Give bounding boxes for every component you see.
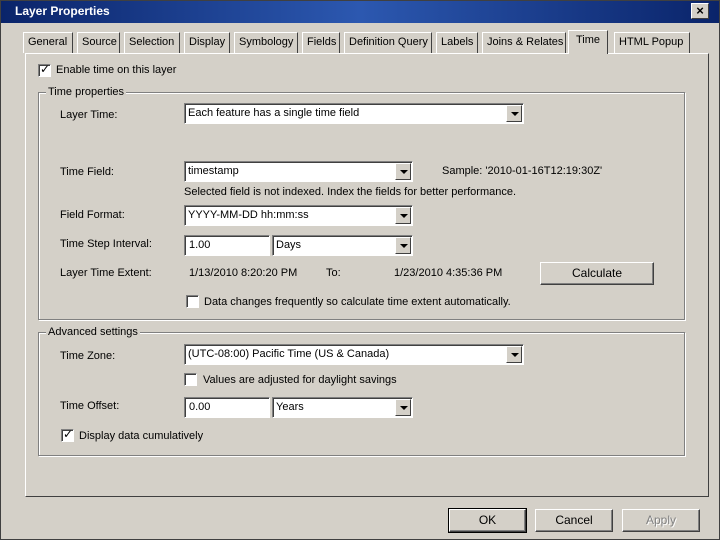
tab-symbology[interactable]: Symbology — [234, 32, 298, 53]
calculate-button-label: Calculate — [571, 266, 623, 280]
check-mark-icon: ✓ — [40, 62, 51, 76]
index-warning: Selected field is not indexed. Index the… — [184, 186, 517, 198]
field-format-label: Field Format: — [60, 209, 125, 221]
time-offset-label: Time Offset: — [60, 400, 120, 412]
enable-time-label: Enable time on this layer — [56, 64, 177, 76]
time-step-unit-value: Days — [276, 239, 302, 251]
calculate-button[interactable]: Calculate — [540, 262, 654, 285]
layer-time-dropdown[interactable]: Each feature has a single time field — [184, 103, 524, 124]
tab-display[interactable]: Display — [184, 32, 230, 53]
close-icon: × — [696, 3, 704, 18]
time-field-value: timestamp — [188, 165, 239, 177]
time-zone-label: Time Zone: — [60, 350, 116, 362]
time-offset-unit-value: Years — [276, 401, 304, 413]
extent-end-value: 1/23/2010 4:35:36 PM — [394, 267, 503, 279]
tab-labels[interactable]: Labels — [436, 32, 478, 53]
title-bar[interactable]: Layer Properties × — [1, 1, 719, 23]
cancel-button[interactable]: Cancel — [535, 509, 613, 532]
apply-button[interactable]: Apply — [622, 509, 700, 532]
tab-joins-relates[interactable]: Joins & Relates — [482, 32, 566, 53]
time-step-value: 1.00 — [189, 239, 211, 251]
display-cumulatively-checkbox[interactable]: ✓ — [61, 427, 74, 442]
tab-selection[interactable]: Selection — [124, 32, 180, 53]
ok-button-label: OK — [478, 513, 497, 527]
time-tab-panel: ✓ Enable time on this layer Time propert… — [25, 53, 709, 497]
time-field-label: Time Field: — [60, 166, 114, 178]
display-cumulatively-label: Display data cumulatively — [79, 430, 204, 442]
window-title: Layer Properties — [15, 4, 110, 18]
field-format-value: YYYY-MM-DD hh:mm:ss — [188, 209, 309, 221]
chevron-down-icon[interactable] — [506, 105, 522, 122]
daylight-savings-label: Values are adjusted for daylight savings — [203, 374, 397, 386]
chevron-down-icon[interactable] — [506, 346, 522, 363]
time-offset-unit-dropdown[interactable]: Years — [272, 397, 413, 418]
close-button[interactable]: × — [691, 3, 709, 19]
extent-start-value: 1/13/2010 8:20:20 PM — [189, 267, 298, 279]
tab-fields[interactable]: Fields — [302, 32, 340, 53]
time-offset-value: 0.00 — [189, 401, 211, 413]
layer-time-value: Each feature has a single time field — [188, 107, 360, 119]
time-field-dropdown[interactable]: timestamp — [184, 161, 413, 182]
time-properties-title: Time properties — [46, 86, 127, 98]
ok-button[interactable]: OK — [448, 508, 527, 533]
apply-button-label: Apply — [645, 513, 677, 527]
layer-time-label: Layer Time: — [60, 109, 118, 121]
chevron-down-icon[interactable] — [395, 237, 411, 254]
time-zone-dropdown[interactable]: (UTC-08:00) Pacific Time (US & Canada) — [184, 344, 524, 365]
time-step-unit-dropdown[interactable]: Days — [272, 235, 413, 256]
advanced-settings-title: Advanced settings — [46, 326, 140, 338]
layer-properties-dialog: Layer Properties × General Source Select… — [0, 0, 720, 540]
tab-time[interactable]: Time — [568, 30, 608, 54]
extent-to-label: To: — [326, 267, 341, 279]
chevron-down-icon[interactable] — [395, 163, 411, 180]
tab-general[interactable]: General — [23, 32, 73, 53]
auto-calculate-checkbox[interactable] — [186, 295, 199, 308]
tab-html-popup[interactable]: HTML Popup — [614, 32, 690, 53]
cancel-button-label: Cancel — [555, 513, 593, 527]
time-offset-input[interactable]: 0.00 — [184, 397, 270, 418]
time-zone-value: (UTC-08:00) Pacific Time (US & Canada) — [188, 348, 390, 360]
chevron-down-icon[interactable] — [395, 399, 411, 416]
tab-definition-query[interactable]: Definition Query — [344, 32, 432, 53]
chevron-down-icon[interactable] — [395, 207, 411, 224]
enable-time-checkbox[interactable]: ✓ — [38, 62, 51, 77]
daylight-savings-checkbox[interactable] — [184, 373, 197, 386]
layer-time-extent-label: Layer Time Extent: — [60, 267, 152, 279]
sample-text: Sample: '2010-01-16T12:19:30Z' — [442, 165, 603, 177]
field-format-dropdown[interactable]: YYYY-MM-DD hh:mm:ss — [184, 205, 413, 226]
check-mark-icon: ✓ — [63, 427, 74, 441]
auto-calculate-label: Data changes frequently so calculate tim… — [204, 296, 511, 308]
time-step-label: Time Step Interval: — [60, 238, 152, 250]
tab-source[interactable]: Source — [77, 32, 120, 53]
time-step-input[interactable]: 1.00 — [184, 235, 270, 256]
